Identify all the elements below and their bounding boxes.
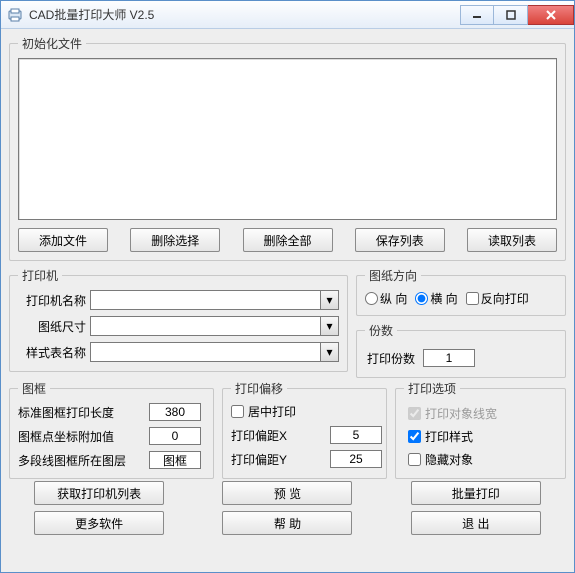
hide-objects-option[interactable]: 隐藏对象	[408, 451, 553, 468]
lineweight-option: 打印对象线宽	[408, 405, 553, 422]
more-software-button[interactable]: 更多软件	[34, 511, 164, 535]
print-style-option[interactable]: 打印样式	[408, 428, 553, 445]
chevron-down-icon[interactable]: ▾	[321, 342, 339, 362]
printer-legend: 打印机	[18, 267, 62, 284]
preview-button[interactable]: 预 览	[222, 481, 352, 505]
minimize-button[interactable]	[460, 5, 494, 25]
portrait-radio-label[interactable]: 纵 向	[365, 290, 407, 307]
remove-selected-button[interactable]: 删除选择	[130, 228, 220, 252]
portrait-radio[interactable]	[365, 292, 378, 305]
frame-layer-label: 多段线图框所在图层	[18, 452, 143, 469]
app-window: CAD批量打印大师 V2.5 初始化文件 添加文件 删除选择 删除全部 保存列表…	[0, 0, 575, 573]
batch-print-button[interactable]: 批量打印	[411, 481, 541, 505]
exit-button[interactable]: 退 出	[411, 511, 541, 535]
offset-y-input[interactable]	[330, 450, 382, 468]
maximize-button[interactable]	[494, 5, 528, 25]
print-style-checkbox[interactable]	[408, 430, 421, 443]
style-table-combo[interactable]: ▾	[90, 342, 339, 362]
orientation-group: 图纸方向 纵 向 横 向 反向打印	[356, 267, 566, 316]
center-print-checkbox[interactable]	[231, 405, 244, 418]
copies-label: 打印份数	[367, 350, 415, 367]
printer-orient-row: 打印机 打印机名称 ▾ 图纸尺寸 ▾ 样式表名称 ▾	[9, 267, 566, 378]
print-options-legend: 打印选项	[404, 380, 460, 397]
offset-y-label: 打印偏距Y	[231, 451, 324, 468]
titlebar: CAD批量打印大师 V2.5	[1, 1, 574, 29]
orientation-legend: 图纸方向	[365, 267, 421, 284]
printer-name-input[interactable]	[90, 290, 321, 310]
hide-objects-checkbox[interactable]	[408, 453, 421, 466]
attach-value-label: 图框点坐标附加值	[18, 428, 143, 445]
landscape-radio-label[interactable]: 横 向	[415, 290, 457, 307]
offset-x-label: 打印偏距X	[231, 427, 324, 444]
chevron-down-icon[interactable]: ▾	[321, 290, 339, 310]
window-title: CAD批量打印大师 V2.5	[29, 6, 154, 23]
add-file-button[interactable]: 添加文件	[18, 228, 108, 252]
center-print-label: 居中打印	[248, 403, 296, 420]
printer-group: 打印机 打印机名称 ▾ 图纸尺寸 ▾ 样式表名称 ▾	[9, 267, 348, 372]
paper-size-label: 图纸尺寸	[18, 318, 86, 335]
load-list-button[interactable]: 读取列表	[467, 228, 557, 252]
help-button[interactable]: 帮 助	[222, 511, 352, 535]
style-table-input[interactable]	[90, 342, 321, 362]
close-button[interactable]	[528, 5, 574, 25]
app-icon	[7, 7, 23, 23]
paper-size-input[interactable]	[90, 316, 321, 336]
init-file-group: 初始化文件 添加文件 删除选择 删除全部 保存列表 读取列表	[9, 35, 566, 261]
std-length-label: 标准图框打印长度	[18, 404, 143, 421]
window-buttons	[460, 5, 574, 25]
lineweight-checkbox	[408, 407, 421, 420]
frame-legend: 图框	[18, 380, 50, 397]
client-area: 初始化文件 添加文件 删除选择 删除全部 保存列表 读取列表 打印机 打印机名称…	[1, 29, 574, 572]
offset-group: 打印偏移 居中打印 打印偏距X 打印偏距Y	[222, 380, 387, 479]
frame-group: 图框 标准图框打印长度 图框点坐标附加值 多段线图框所在图层	[9, 380, 214, 479]
std-length-input[interactable]	[149, 403, 201, 421]
chevron-down-icon[interactable]: ▾	[321, 316, 339, 336]
bottom-buttons-row: 获取打印机列表 更多软件 预 览 帮 助 批量打印 退 出	[9, 481, 566, 535]
copies-legend: 份数	[365, 322, 397, 339]
frame-offset-options-row: 图框 标准图框打印长度 图框点坐标附加值 多段线图框所在图层 打印偏移 居中打印	[9, 380, 566, 479]
attach-value-input[interactable]	[149, 427, 201, 445]
file-buttons-row: 添加文件 删除选择 删除全部 保存列表 读取列表	[18, 228, 557, 252]
file-listbox[interactable]	[18, 58, 557, 220]
get-printers-button[interactable]: 获取打印机列表	[34, 481, 164, 505]
copies-group: 份数 打印份数	[356, 322, 566, 378]
paper-size-combo[interactable]: ▾	[90, 316, 339, 336]
init-file-legend: 初始化文件	[18, 35, 86, 52]
reverse-check-label[interactable]: 反向打印	[466, 290, 529, 307]
print-options-group: 打印选项 打印对象线宽 打印样式 隐藏对象	[395, 380, 566, 479]
style-table-label: 样式表名称	[18, 344, 86, 361]
copies-input[interactable]	[423, 349, 475, 367]
landscape-radio[interactable]	[415, 292, 428, 305]
printer-name-label: 打印机名称	[18, 292, 86, 309]
offset-x-input[interactable]	[330, 426, 382, 444]
save-list-button[interactable]: 保存列表	[355, 228, 445, 252]
offset-legend: 打印偏移	[231, 380, 287, 397]
reverse-print-checkbox[interactable]	[466, 292, 479, 305]
remove-all-button[interactable]: 删除全部	[243, 228, 333, 252]
frame-layer-input[interactable]	[149, 451, 201, 469]
printer-name-combo[interactable]: ▾	[90, 290, 339, 310]
